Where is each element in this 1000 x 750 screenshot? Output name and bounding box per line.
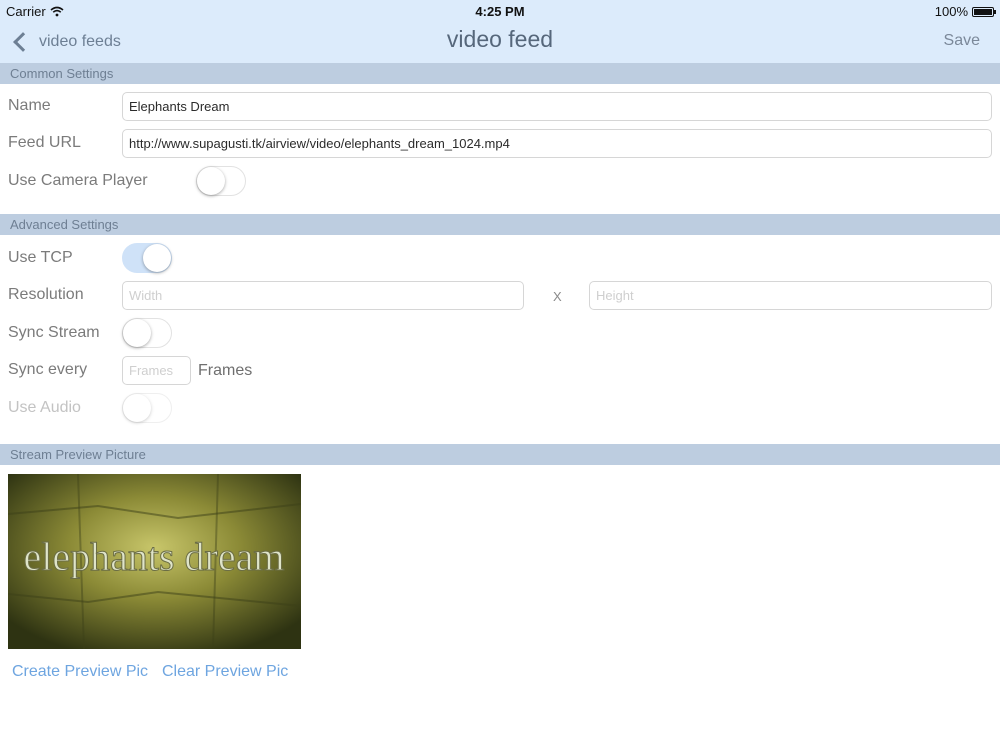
feed-url-field[interactable]: http://www.supagusti.tk/airview/video/el… (122, 129, 992, 158)
camera-player-switch[interactable] (196, 166, 246, 196)
name-field[interactable]: Elephants Dream (122, 92, 992, 121)
frames-field[interactable]: Frames (122, 356, 191, 385)
preview-image-text: elephants dream (24, 534, 285, 579)
create-preview-button[interactable]: Create Preview Pic (12, 663, 148, 681)
section-header-preview: Stream Preview Picture (0, 444, 1000, 465)
page-title: video feed (446, 26, 554, 52)
sync-stream-label: Sync Stream (8, 324, 100, 341)
status-time: 4:25 PM (475, 4, 525, 19)
switch-knob (123, 319, 151, 347)
switch-knob (143, 244, 171, 272)
sync-every-label: Sync every (8, 361, 88, 378)
tcp-switch[interactable] (122, 243, 172, 273)
switch-knob (197, 167, 225, 195)
sync-stream-switch[interactable] (122, 318, 172, 348)
battery-icon (972, 6, 996, 17)
save-button[interactable]: Save (944, 32, 980, 50)
resolution-separator: X (553, 289, 562, 304)
resolution-label: Resolution (8, 286, 84, 303)
navigation-bar: Carrier 4:25 PM 100% video feeds video f… (0, 0, 1000, 63)
clear-preview-button[interactable]: Clear Preview Pic (162, 663, 288, 681)
audio-label: Use Audio (8, 399, 81, 416)
section-header-common: Common Settings (0, 63, 1000, 84)
camera-player-label: Use Camera Player (8, 172, 148, 189)
status-battery: 100% (934, 4, 996, 19)
name-label: Name (8, 97, 51, 114)
battery-percent: 100% (934, 4, 968, 19)
switch-knob (123, 394, 151, 422)
feed-url-label: Feed URL (8, 134, 81, 151)
height-field[interactable]: Height (589, 281, 992, 310)
tcp-label: Use TCP (8, 249, 73, 266)
frames-unit-label: Frames (198, 362, 253, 379)
preview-image: elephants dream (8, 474, 301, 649)
audio-switch[interactable] (122, 393, 172, 423)
section-header-advanced: Advanced Settings (0, 214, 1000, 235)
width-field[interactable]: Width (122, 281, 524, 310)
